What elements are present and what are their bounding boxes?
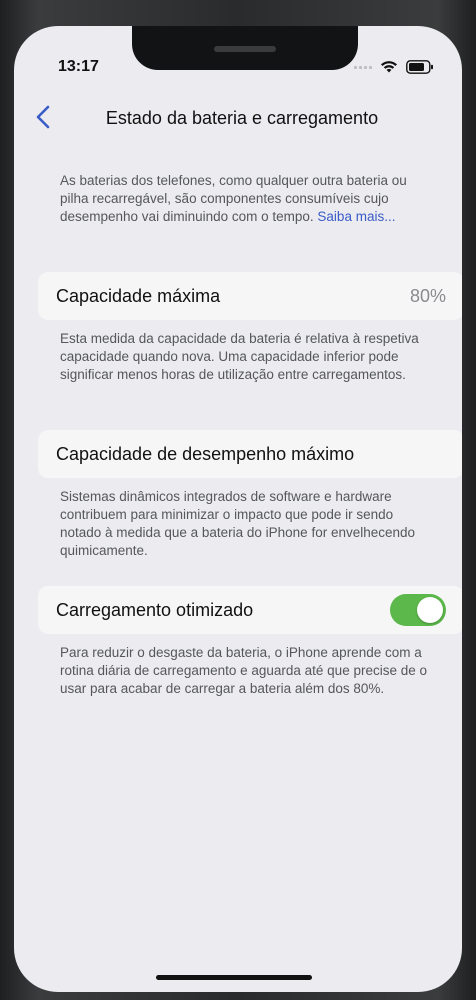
status-time: 13:17 — [58, 58, 99, 75]
battery-icon — [406, 60, 433, 74]
optimized-charging-label: Carregamento otimizado — [56, 599, 254, 620]
max-capacity-value: 80% — [409, 285, 446, 306]
max-capacity-label: Capacidade máxima — [56, 285, 221, 306]
learn-more-link[interactable]: Saiba mais... — [317, 209, 395, 224]
intro-description: As baterias dos telefones, como qualquer… — [60, 172, 432, 226]
screen: 13:17 Estado da bateria e carregamento A… — [14, 26, 462, 992]
status-icons — [354, 60, 434, 74]
peak-performance-description: Sistemas dinâmicos integrados de softwar… — [60, 489, 416, 558]
optimized-charging-description: Para reduzir o desgaste da bateria, o iP… — [60, 645, 427, 696]
toggle-knob — [417, 597, 443, 623]
wifi-icon — [381, 61, 397, 73]
max-capacity-row: Capacidade máxima 80% — [38, 272, 462, 320]
home-indicator[interactable] — [156, 975, 312, 980]
cellular-signal-icon — [354, 65, 372, 69]
speaker — [214, 46, 276, 52]
peak-performance-label: Capacidade de desempenho máximo — [56, 443, 355, 464]
max-capacity-description: Esta medida da capacidade da bateria é r… — [60, 331, 419, 382]
notch — [132, 26, 358, 70]
page-title: Estado da bateria e carregamento — [105, 108, 379, 128]
optimized-charging-row: Carregamento otimizado — [38, 586, 462, 634]
peak-performance-row[interactable]: Capacidade de desempenho máximo — [38, 430, 462, 478]
optimized-charging-toggle[interactable] — [390, 594, 446, 626]
